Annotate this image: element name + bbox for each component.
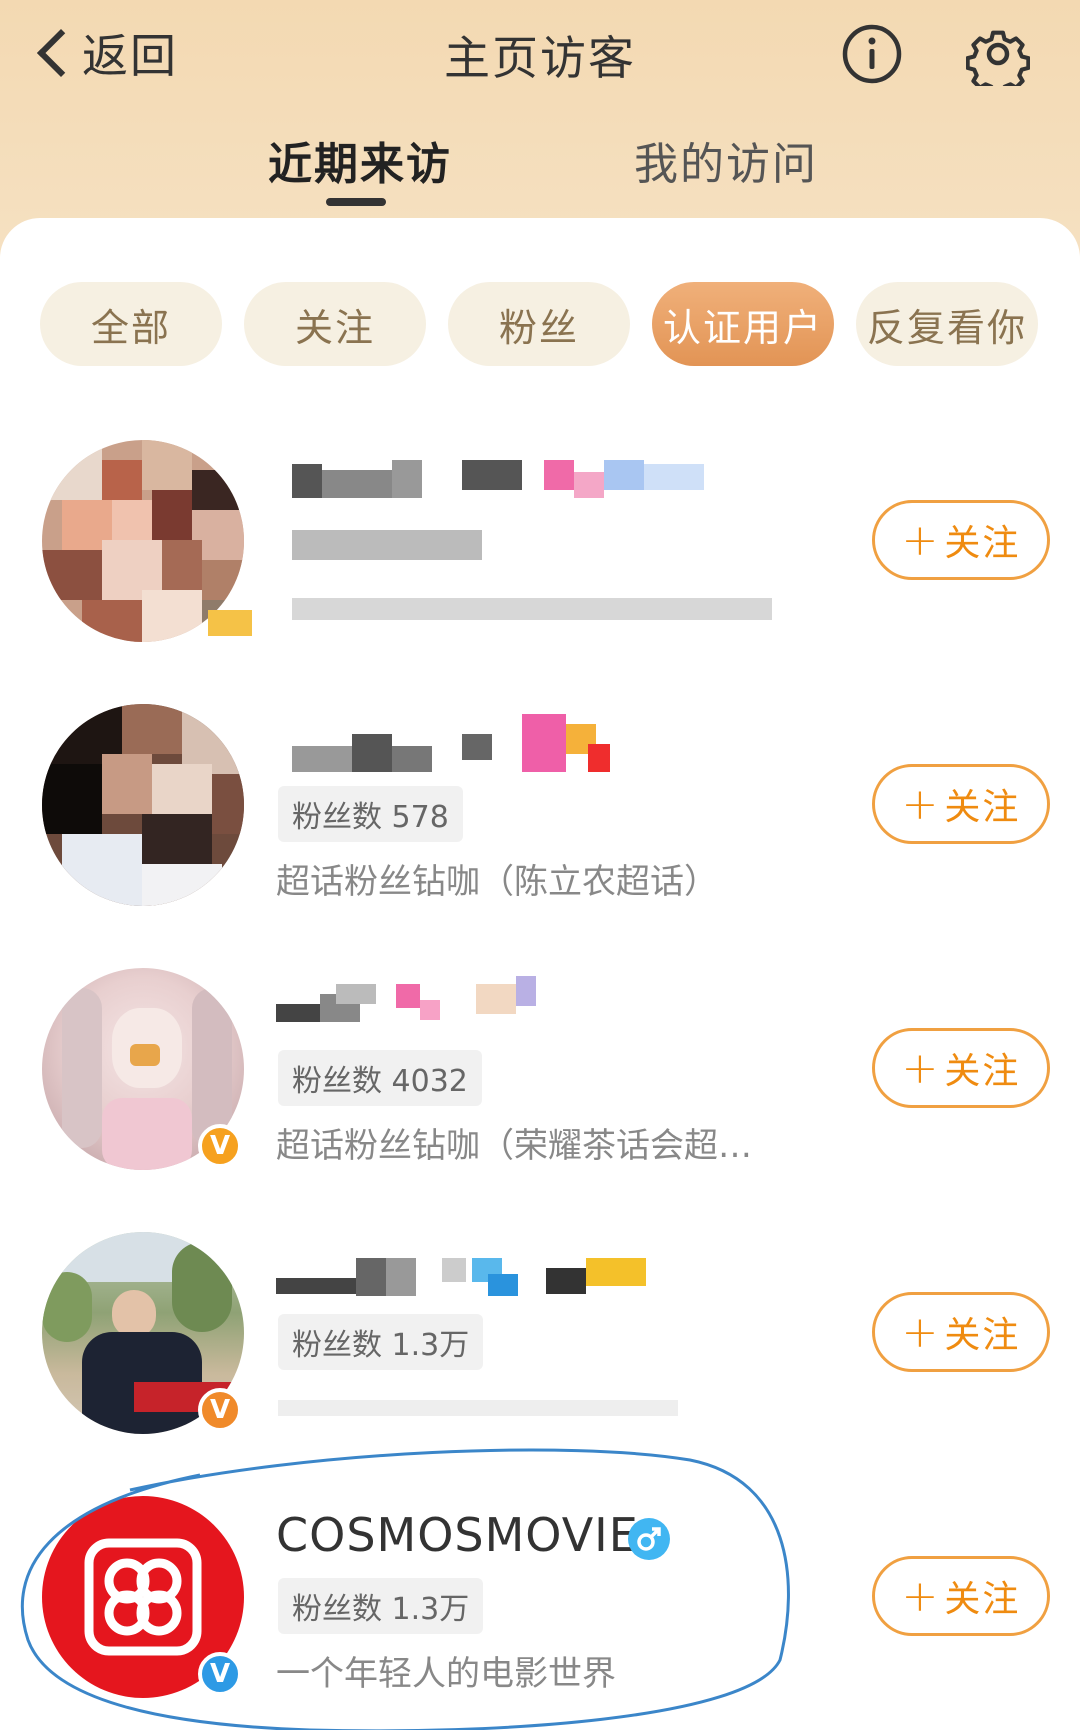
fans-count: 粉丝数 578 (278, 786, 463, 842)
follow-button[interactable]: + 关注 (872, 1556, 1050, 1636)
tab-my-visits[interactable]: 我的访问 (634, 128, 818, 192)
verified-badge-icon: V (198, 1124, 242, 1168)
filter-following[interactable]: 关注 (244, 282, 426, 366)
follow-label: 关注 (944, 787, 1021, 828)
description-blurred (292, 598, 772, 620)
description: 超话粉丝钻咖（荣耀茶话会超… (276, 1126, 752, 1166)
follow-button[interactable]: + 关注 (872, 764, 1050, 844)
follow-label: 关注 (944, 523, 1021, 564)
visitor-row[interactable]: + 关注 (0, 430, 1080, 660)
filter-all[interactable]: 全部 (40, 282, 222, 366)
follow-label: 关注 (944, 1579, 1021, 1620)
filter-repeat-viewers[interactable]: 反复看你 (856, 282, 1038, 366)
username-blurred (276, 1258, 656, 1296)
tab-recent-visits[interactable]: 近期来访 (268, 128, 452, 192)
fans-count: 粉丝数 1.3万 (278, 1314, 484, 1370)
username-blurred (292, 460, 712, 498)
verified-badge-icon: V (198, 1388, 242, 1432)
highlight-annotation (20, 1448, 790, 1730)
plus-icon: + (901, 1306, 941, 1358)
filter-verified[interactable]: 认证用户 (652, 282, 834, 366)
plus-icon: + (901, 1042, 941, 1094)
username-blurred (276, 976, 536, 1022)
gear-icon (965, 30, 1031, 96)
visitor-row[interactable]: V 粉丝数 4032 超话粉丝钻咖（荣耀茶话会超… + 关注 (0, 958, 1080, 1188)
visitor-row[interactable]: 粉丝数 578 超话粉丝钻咖（陈立农超话） + 关注 (0, 694, 1080, 924)
description-blurred (278, 1400, 678, 1416)
badge-fragment (208, 610, 252, 636)
plus-icon: + (901, 1570, 941, 1622)
visitor-row[interactable]: V 粉丝数 1.3万 + 关注 (0, 1222, 1080, 1452)
fans-count: 粉丝数 4032 (278, 1050, 482, 1106)
follow-button[interactable]: + 关注 (872, 1028, 1050, 1108)
filter-fans[interactable]: 粉丝 (448, 282, 630, 366)
fans-count-blurred (292, 530, 482, 560)
info-button[interactable] (840, 22, 904, 86)
follow-label: 关注 (944, 1051, 1021, 1092)
username-blurred (292, 714, 652, 772)
plus-icon: + (901, 778, 941, 830)
follow-button[interactable]: + 关注 (872, 500, 1050, 580)
follow-button[interactable]: + 关注 (872, 1292, 1050, 1372)
avatar[interactable] (42, 704, 244, 906)
description: 超话粉丝钻咖（陈立农超话） (276, 862, 718, 902)
follow-label: 关注 (944, 1315, 1021, 1356)
info-icon (842, 24, 902, 84)
settings-button[interactable] (965, 22, 1031, 96)
active-tab-indicator (326, 198, 386, 206)
page-title: 主页访客 (444, 31, 636, 85)
plus-icon: + (901, 514, 941, 566)
